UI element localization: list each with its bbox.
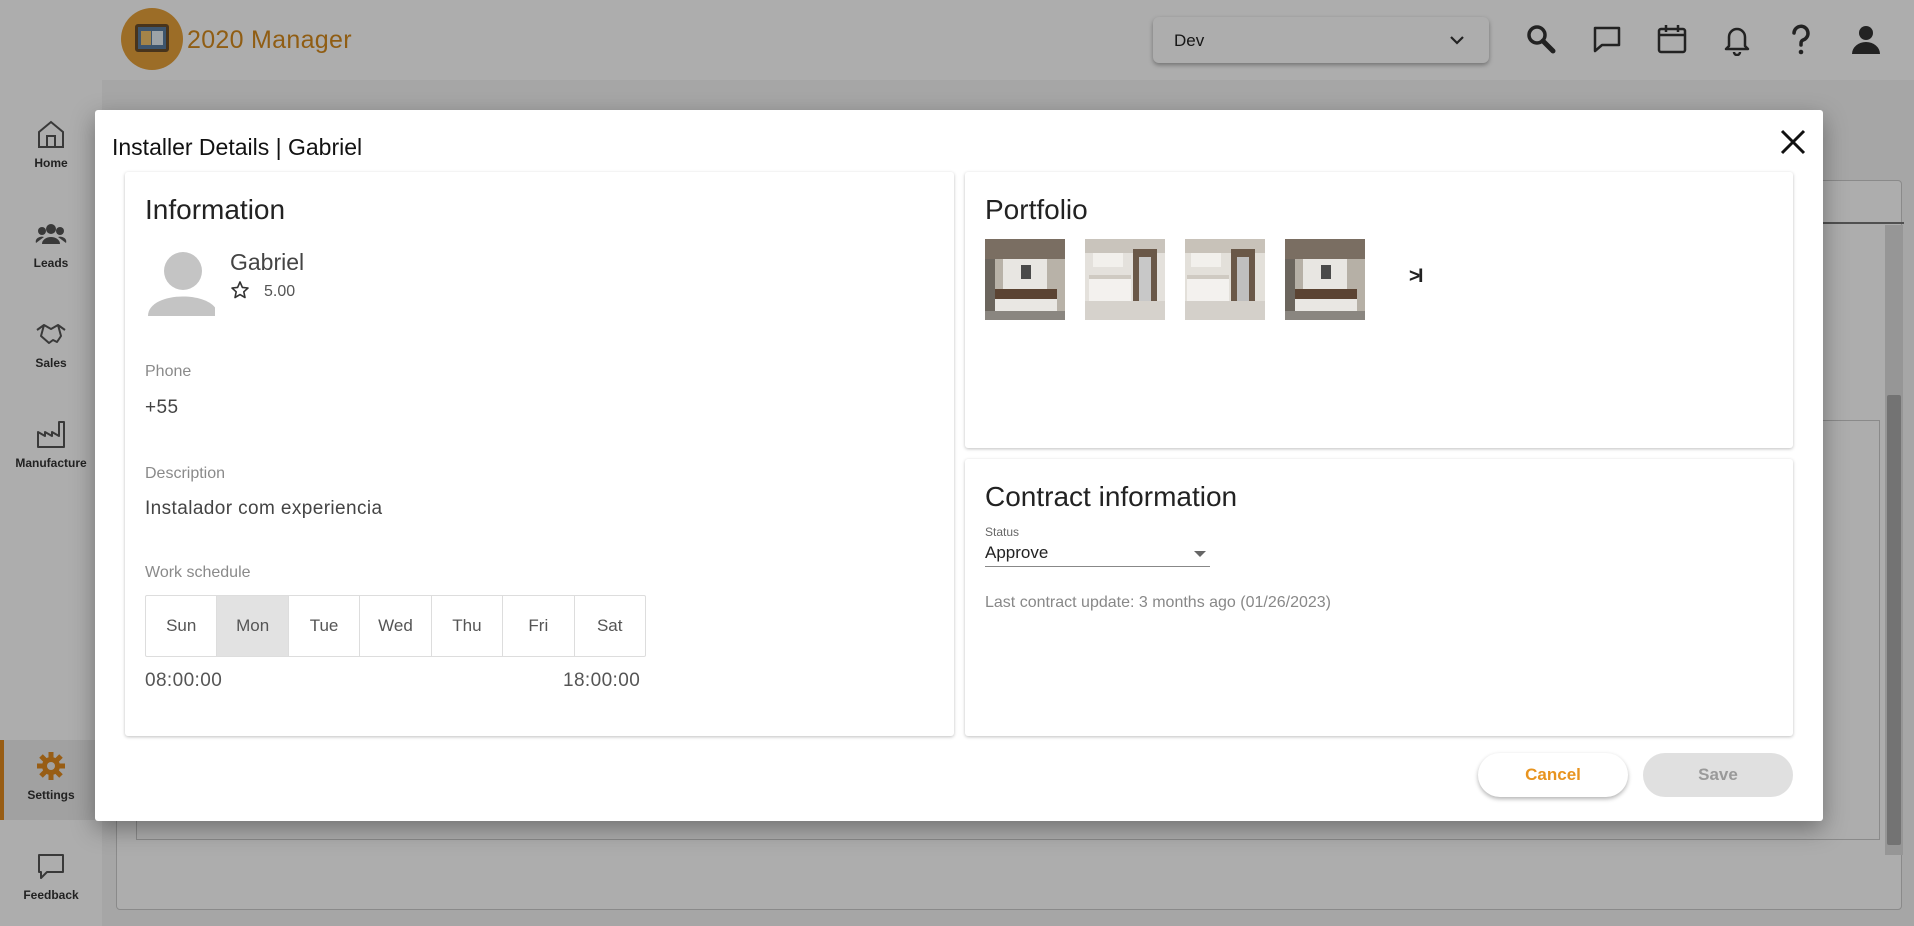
day-sat[interactable]: Sat [575,596,645,656]
portfolio-image[interactable] [1285,239,1365,320]
description-label: Description [145,465,226,482]
portfolio-card: Portfolio >I [965,172,1793,448]
contract-heading: Contract information [985,481,1238,512]
information-heading: Information [145,194,286,225]
phone-value: +55 [145,397,179,418]
start-time: 08:00:00 [145,670,223,691]
phone-label: Phone [145,363,192,380]
status-value: Approve [985,543,1049,562]
save-button[interactable]: Save [1643,753,1793,797]
day-wed[interactable]: Wed [360,596,432,656]
status-label: Status [985,525,1020,539]
last-contract-update: Last contract update: 3 months ago (01/2… [985,594,1332,611]
portfolio-image[interactable] [1085,239,1165,320]
day-mon[interactable]: Mon [217,596,289,656]
day-thu[interactable]: Thu [432,596,504,656]
status-select[interactable]: Approve [985,539,1210,567]
end-time: 18:00:00 [563,670,641,691]
day-fri[interactable]: Fri [503,596,575,656]
day-sun[interactable]: Sun [146,596,218,656]
work-schedule-label: Work schedule [145,564,251,581]
work-schedule-days: Sun Mon Tue Wed Thu Fri Sat [145,595,646,657]
installer-name: Gabriel [230,249,305,275]
cancel-button[interactable]: Cancel [1478,753,1628,797]
description-value: Instalador com experiencia [145,498,383,519]
portfolio-next-button[interactable]: >I [1409,266,1423,288]
contract-card: Contract information Status Approve Last… [965,459,1793,736]
installer-rating: 5.00 [264,283,296,300]
avatar-placeholder-icon [148,252,215,316]
dialog-title: Installer Details | Gabriel [112,134,363,160]
close-icon[interactable] [1777,126,1809,158]
day-tue[interactable]: Tue [289,596,361,656]
portfolio-image[interactable] [985,239,1065,320]
caret-down-icon [1194,551,1206,557]
installer-details-dialog: Installer Details | Gabriel Information … [95,110,1823,821]
portfolio-heading: Portfolio [985,194,1088,225]
information-card: Information Gabriel 5.00 Phone +55 Descr… [125,172,954,736]
star-icon [231,281,249,299]
portfolio-image[interactable] [1185,239,1265,320]
